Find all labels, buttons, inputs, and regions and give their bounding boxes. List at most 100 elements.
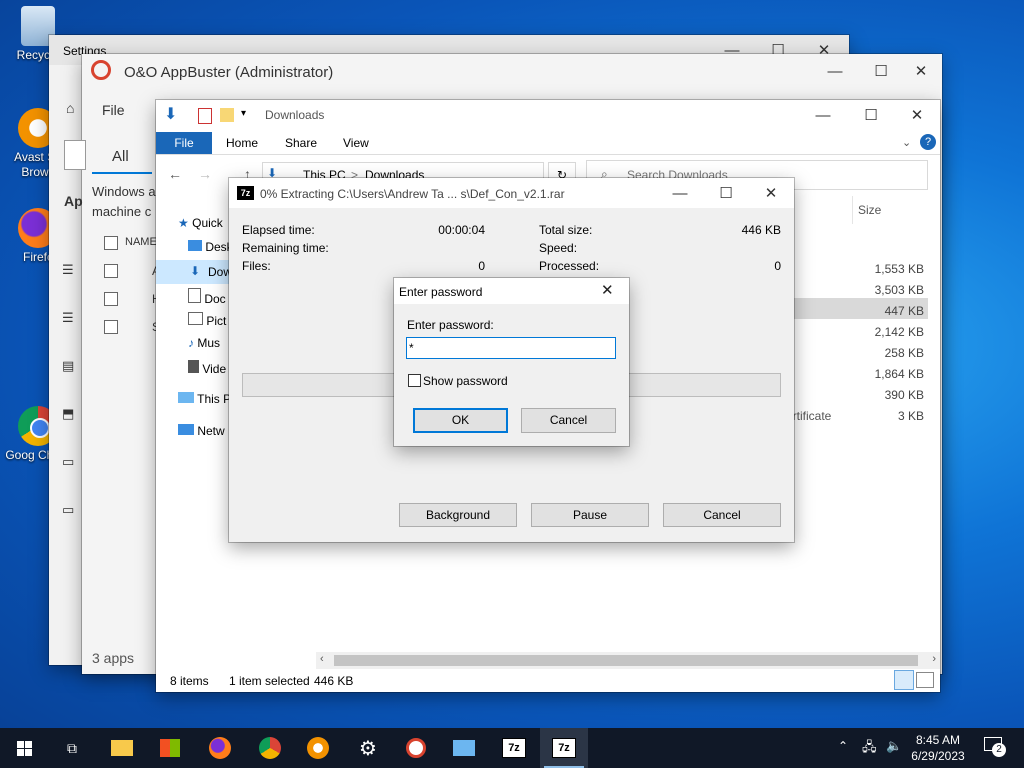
large-icons-view-button[interactable] [916,672,934,688]
desktop-icon [188,240,202,251]
horizontal-scrollbar[interactable]: ‹ › [316,652,940,669]
cancel-button[interactable]: Cancel [521,408,616,433]
cancel-button[interactable]: Cancel [663,503,781,527]
column-size[interactable]: Size [858,203,881,217]
select-all-checkbox[interactable] [104,236,118,250]
taskbar-control-panel[interactable] [440,728,488,768]
scroll-thumb[interactable] [334,655,918,666]
network-icon[interactable]: 🖧 [862,738,877,760]
chevron-down-icon[interactable]: ▾ [241,108,246,119]
status-selected: 1 item selected [229,674,310,688]
maximize-button[interactable]: ☐ [848,100,894,130]
close-button[interactable]: ✕ [601,281,614,299]
processed-label: Processed: [539,259,600,273]
properties-icon[interactable] [198,108,212,124]
file-size: 390 KB [884,388,924,402]
task-view-button[interactable]: ⧉ [48,728,96,768]
minimize-button[interactable]: — [812,56,858,86]
file-row[interactable]: 447 KB [786,302,928,323]
maximize-button[interactable]: ☐ [703,178,749,208]
taskbar-appbuster[interactable] [392,728,440,768]
file-size: 3,503 KB [874,283,924,297]
search-field[interactable] [64,140,86,170]
list-icon[interactable]: ☰ [62,246,84,294]
taskbar-7zip[interactable]: 7z [490,728,538,768]
forward-button[interactable]: → [198,166,212,182]
minimize-button[interactable]: — [657,178,703,208]
folder-icon[interactable] [220,108,234,122]
volume-muted-icon[interactable]: 🔈 [886,738,902,754]
file-list: n1,553 KB n3,503 KB 447 KB n2,142 KB n25… [786,258,928,438]
nav-item-network[interactable]: Netw [178,424,225,438]
file-row[interactable]: n2,142 KB [786,323,928,344]
video-icon[interactable]: ▭ [62,438,84,486]
close-button[interactable]: ✕ [898,56,944,86]
file-row[interactable]: n3,503 KB [786,281,928,302]
column-divider [852,196,853,224]
taskbar-store[interactable] [146,728,194,768]
nav-item-pictures[interactable]: Pict [188,312,226,328]
task-view-icon: ⧉ [67,739,77,756]
show-password-label[interactable]: Show password [423,374,508,388]
monitor-icon[interactable]: ▭ [62,486,84,534]
nav-item-this-pc[interactable]: This P [178,392,231,406]
ribbon-tab-file[interactable]: File [156,132,212,154]
tab-all[interactable]: All [112,148,129,165]
file-row[interactable]: n1,864 KB [786,365,928,386]
file-row[interactable]: ertificate 3 KB [786,407,928,428]
app-row-checkbox[interactable] [104,264,118,278]
file-row[interactable]: n258 KB [786,344,928,365]
nav-item-downloads[interactable]: ⬇ Dow [156,260,236,284]
home-icon[interactable]: ⌂ [66,100,74,116]
details-view-button[interactable] [894,670,914,690]
apps-heading: Ap [64,193,83,209]
taskbar-7zip-active[interactable]: 7z [540,728,588,768]
show-password-checkbox[interactable] [408,374,421,387]
close-button[interactable]: ✕ [894,100,940,130]
background-button[interactable]: Background [399,503,517,527]
app-row-checkbox[interactable] [104,320,118,334]
7zip-icon: 7z [502,738,526,758]
map-icon[interactable]: ▤ [62,342,84,390]
ribbon-tab-share[interactable]: Share [285,136,317,150]
nav-item-quick-access[interactable]: ★ Quick [178,216,223,230]
menu-file[interactable]: File [102,102,125,118]
file-row[interactable]: n1,553 KB [786,260,928,281]
ribbon-tab-home[interactable]: Home [226,136,258,150]
column-name[interactable]: NAME [125,236,157,248]
taskbar-file-explorer[interactable] [98,728,146,768]
file-size: 1,553 KB [874,262,924,276]
nav-item-music[interactable]: ♪ Mus [188,336,220,350]
minimize-button[interactable]: — [800,100,846,130]
list-icon[interactable]: ☰ [62,294,84,342]
help-icon[interactable]: ? [920,134,936,150]
taskbar-avast[interactable] [294,728,342,768]
file-row[interactable]: n390 KB [786,386,928,407]
scroll-left-icon[interactable]: ‹ [320,653,324,665]
upload-icon[interactable]: ⬒ [62,390,84,438]
nav-item-videos[interactable]: Vide [188,360,226,376]
pause-button[interactable]: Pause [531,503,649,527]
extract-title: 0% Extracting C:\Users\Andrew Ta ... s\D… [260,187,565,201]
chevron-down-icon[interactable]: ⌄ [902,136,911,149]
start-button[interactable] [0,728,48,768]
nav-item-documents[interactable]: Doc [188,288,226,306]
ribbon-tab-view[interactable]: View [343,136,369,150]
scroll-right-icon[interactable]: › [932,653,936,665]
show-hidden-icons[interactable]: ⌃ [838,739,848,753]
taskbar-firefox[interactable] [196,728,244,768]
ok-button[interactable]: OK [413,408,508,433]
nav-label: Vide [202,362,227,376]
password-input[interactable] [406,337,616,359]
taskbar-settings[interactable]: ⚙ [344,728,392,768]
chrome-icon [259,737,281,759]
password-label: Enter password: [407,318,494,332]
elapsed-value: 00:00:04 [438,223,485,237]
notifications-button[interactable]: 2 [984,737,1006,757]
app-row-checkbox[interactable] [104,292,118,306]
nav-item-desktop[interactable]: Desk [188,240,233,254]
back-button[interactable]: ← [168,166,182,182]
clock[interactable]: 8:45 AM 6/29/2023 [906,732,970,764]
taskbar-chrome[interactable] [246,728,294,768]
close-button[interactable]: ✕ [748,178,794,208]
